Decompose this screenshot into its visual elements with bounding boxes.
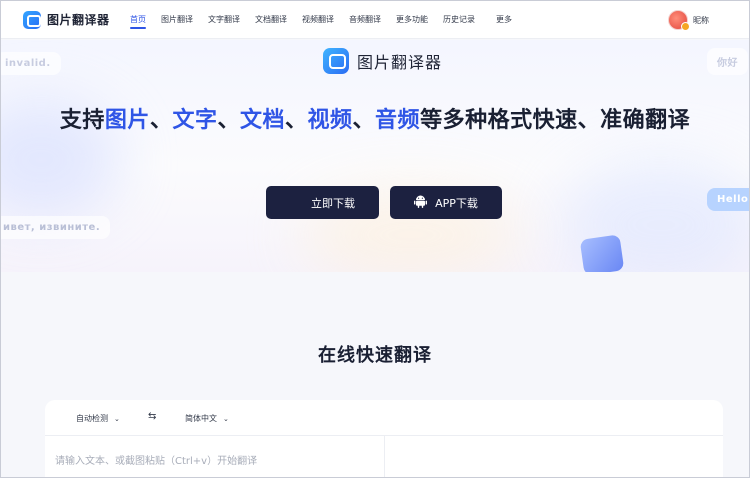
headline-highlight: 音频	[375, 108, 421, 133]
nav-item-more-features[interactable]: 更多功能	[396, 1, 428, 39]
app-download-button[interactable]: APP下载	[390, 186, 502, 219]
source-language-label: 自动检测	[76, 414, 108, 423]
nav-item-more[interactable]: 更多	[496, 1, 512, 39]
headline-text: 等多种格式快速、准确翻译	[420, 108, 691, 133]
source-text-input[interactable]	[55, 446, 375, 476]
headline-highlight: 文档	[239, 108, 285, 133]
target-language-select[interactable]: 简体中文 ⌄	[185, 413, 229, 424]
target-language-label: 简体中文	[185, 414, 217, 423]
top-navigation-bar: 图片翻译器 首页 图片翻译 文字翻译 文档翻译 视频翻译 音频翻译 更多功能 历…	[1, 1, 749, 39]
source-language-select[interactable]: 自动检测 ⌄	[76, 413, 120, 424]
nav-item-video-translate[interactable]: 视频翻译	[302, 1, 334, 39]
brand-name: 图片翻译器	[47, 13, 110, 27]
brand[interactable]: 图片翻译器	[23, 10, 121, 29]
windows-download-button[interactable]: 立即下载	[266, 186, 379, 219]
app-logo-icon	[323, 48, 349, 74]
decor-bubble-chinese: 你好	[707, 48, 748, 75]
image-card-icon	[579, 234, 625, 272]
avatar[interactable]	[668, 10, 690, 31]
app-logo-icon	[23, 10, 41, 29]
translator-panel: 自动检测 ⌄ ⇆ 简体中文 ⌄	[45, 400, 723, 477]
nav-item-document-translate[interactable]: 文档翻译	[255, 1, 287, 39]
hero-brand: 图片翻译器	[323, 48, 442, 74]
nav-item-home[interactable]: 首页	[130, 1, 146, 39]
decor-bubble-hello: Hello	[707, 188, 749, 211]
headline-separator: 、	[285, 108, 308, 133]
user-nickname[interactable]: 昵称	[693, 15, 709, 26]
windows-icon	[290, 196, 303, 209]
decor-bubble-english: invalid.	[1, 52, 61, 75]
app-download-label: APP下载	[435, 196, 478, 210]
swap-languages-icon[interactable]: ⇆	[148, 411, 156, 422]
headline-highlight: 视频	[307, 108, 353, 133]
android-icon	[414, 194, 428, 211]
main-nav: 首页 图片翻译 文字翻译 文档翻译 视频翻译 音频翻译 更多功能 历史记录 更多	[130, 1, 527, 39]
windows-download-label: 立即下载	[311, 196, 355, 210]
hero-banner: invalid. 你好 ивет, извините. Hello 图片翻译器 …	[1, 40, 749, 272]
user-menu[interactable]: 昵称	[668, 10, 709, 31]
headline-separator: 、	[352, 108, 376, 133]
decor-bubble-russian: ивет, извините.	[1, 216, 111, 239]
chevron-down-icon: ⌄	[114, 414, 120, 423]
chevron-down-icon: ⌄	[223, 414, 229, 423]
nav-item-image-translate[interactable]: 图片翻译	[161, 1, 193, 39]
section-title: 在线快速翻译	[318, 345, 432, 366]
language-bar: 自动检测 ⌄ ⇆ 简体中文 ⌄	[45, 400, 723, 436]
panel-divider	[384, 436, 385, 477]
headline-highlight: 图片	[104, 108, 150, 133]
browser-viewport: 图片翻译器 首页 图片翻译 文字翻译 文档翻译 视频翻译 音频翻译 更多功能 历…	[0, 0, 750, 478]
hero-brand-name: 图片翻译器	[357, 53, 443, 72]
headline-separator: 、	[149, 108, 173, 133]
headline-text: 支持	[59, 108, 105, 133]
headline-highlight: 文字	[172, 108, 218, 133]
nav-item-history[interactable]: 历史记录	[443, 1, 475, 39]
headline-separator: 、	[217, 108, 240, 133]
nav-item-audio-translate[interactable]: 音频翻译	[349, 1, 381, 39]
nav-item-text-translate[interactable]: 文字翻译	[208, 1, 240, 39]
hero-headline: 支持图片、文字、文档、视频、音频等多种格式快速、准确翻译	[1, 102, 749, 134]
